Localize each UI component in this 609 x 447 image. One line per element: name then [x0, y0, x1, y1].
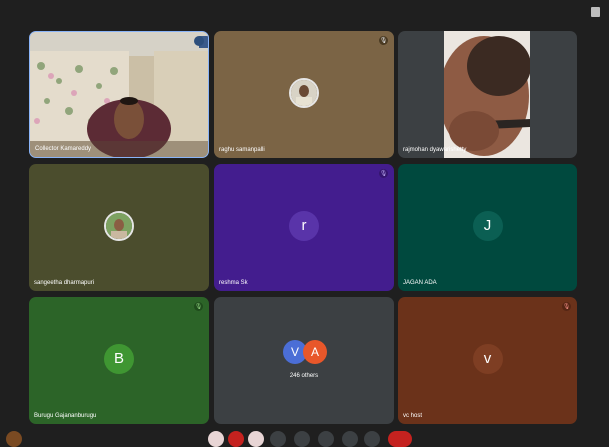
participant-tile-rajmohan[interactable]: rajmohan dyawarishetty [398, 31, 577, 158]
mic-muted-icon: 🎙 [379, 36, 388, 45]
avatar-letter: B [113, 350, 124, 367]
participant-tile-burugu[interactable]: B 🎙 Burugu Gajananburugu [29, 297, 209, 424]
participant-name: reshma Sk [219, 280, 248, 286]
participant-tile-vc-host[interactable]: v 🎙 vc host [398, 297, 577, 424]
control-button[interactable] [270, 431, 286, 447]
participant-name: JAGAN ADA [403, 280, 437, 286]
participant-name: vc host [403, 413, 423, 419]
side-panel-icon[interactable] [591, 7, 600, 17]
mic-button[interactable] [228, 431, 244, 447]
avatar [104, 210, 134, 241]
participant-tile-others[interactable]: V A 246 others [214, 297, 394, 424]
control-button[interactable] [294, 431, 310, 447]
avatar: B [104, 343, 134, 374]
video-feed [30, 32, 208, 157]
others-avatar-a: A [303, 340, 327, 364]
participant-tile-collector[interactable]: Collector Kamareddy [29, 31, 209, 158]
more-options-icon[interactable] [194, 36, 204, 46]
video-feed [444, 31, 530, 158]
participant-name: sangeetha dharmapuri [34, 280, 95, 286]
participant-tile-reshma[interactable]: r 🎙 reshma Sk [214, 164, 394, 291]
leave-call-button[interactable] [388, 431, 412, 447]
others-count: 246 others [289, 373, 319, 379]
avatar: r [289, 210, 319, 241]
control-button[interactable] [364, 431, 380, 447]
avatar-letter: v [483, 350, 492, 367]
mic-muted-icon: 🎙 [379, 169, 388, 178]
participant-name: Collector Kamareddy [35, 146, 92, 152]
participant-tile-sangeetha[interactable]: sangeetha dharmapuri [29, 164, 209, 291]
avatar: v [472, 343, 503, 374]
participant-tile-jagan[interactable]: J JAGAN ADA [398, 164, 577, 291]
avatar: J [472, 210, 503, 241]
participant-name: rajmohan dyawarishetty [403, 147, 467, 153]
control-button[interactable] [208, 431, 224, 447]
participant-name: raghu samanpalli [219, 147, 265, 153]
mic-muted-icon: 🎙 [562, 302, 571, 311]
avatar-letter: r [301, 217, 307, 234]
control-button[interactable] [318, 431, 334, 447]
participant-tile-raghu[interactable]: 🎙 raghu samanpalli [214, 31, 394, 158]
control-button[interactable] [342, 431, 358, 447]
avatar [289, 77, 319, 108]
participant-name: Burugu Gajananburugu [34, 413, 97, 419]
self-avatar[interactable] [6, 431, 22, 447]
mic-muted-icon: 🎙 [194, 302, 203, 311]
avatar-letter: J [483, 217, 492, 234]
participant-grid: Collector Kamareddy 🎙 raghu samanpalli r… [0, 0, 609, 439]
camera-button[interactable] [248, 431, 264, 447]
